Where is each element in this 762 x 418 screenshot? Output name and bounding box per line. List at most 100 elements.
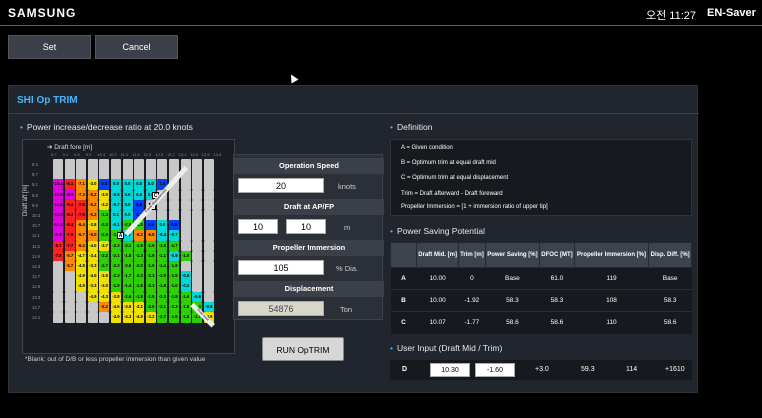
power-saving-table: Draft Mid. [m] Trim [m] Power Saving [%]… (390, 242, 692, 334)
grid-cell: -4.9 (76, 271, 87, 282)
grid-col-header: 10.3 (97, 152, 106, 157)
grid-cell (99, 312, 110, 323)
grid-cell: -1.9 (145, 250, 156, 262)
grid-cell: -3.4 (87, 250, 98, 262)
grid-cell (64, 301, 75, 313)
grid-row-header: 11.5 (32, 243, 40, 249)
table-cell: 10.00 (416, 289, 459, 312)
grid-cell (203, 271, 214, 282)
immersion-input[interactable]: 105 (238, 260, 324, 275)
grid-cell: -1.1 (157, 250, 168, 262)
grid-cell: -3.3 (87, 281, 98, 292)
grid-cell: -0.4 (157, 230, 168, 241)
grid-cell: -7.5 (76, 210, 87, 221)
grid-cell: -0.1 (111, 220, 121, 231)
grid-cell: -2.3 (157, 291, 168, 303)
grid-col-header: 12.3 (155, 152, 164, 157)
table-cell: -1.92 (458, 289, 486, 312)
grid-cell: -7.3 (76, 189, 87, 201)
grid-cell (192, 220, 203, 231)
grid-cell: -4.9 (76, 281, 87, 292)
grid-cell (157, 169, 168, 180)
draft-label: Draft at AP/FP (234, 199, 384, 215)
table-cell: 119 (574, 267, 649, 290)
grid-cell (192, 179, 203, 190)
grid-cell: -10.8 (53, 199, 63, 211)
grid-col-header: 11.9 (143, 152, 152, 157)
draft-fore-label-text: Draft fore [m] (54, 144, 93, 151)
grid-cell (180, 261, 191, 272)
grid-cell: -5.7 (64, 261, 75, 272)
grid-cell: -5.2 (87, 210, 98, 221)
power-section-title: • Power increase/decrease ratio at 20.0 k… (20, 122, 193, 132)
grid-cell: -3.0 (99, 281, 110, 292)
grid-cell: -3.8 (111, 291, 121, 303)
draft-ap-input[interactable]: 10 (238, 219, 278, 234)
grid-cell (134, 169, 145, 180)
clock: 오전 11:27 (646, 10, 697, 22)
table-cell: 58.3 (485, 289, 540, 312)
user-draft-mid-input[interactable]: 10.30 (430, 363, 470, 377)
grid-footnote: *Blank: out of D/B or less propeller imm… (25, 356, 206, 363)
user-power-saving: +3.0 (535, 366, 549, 373)
op-trim-panel: SHI Op TRIM • Power increase/decrease rat… (8, 85, 699, 393)
saving-title-text: Power Saving Potential (396, 226, 485, 236)
user-disp-diff: +1610 (665, 366, 685, 373)
grid-cell (192, 240, 203, 252)
grid-col-header: 9.1 (62, 152, 69, 157)
set-button[interactable]: Set (8, 35, 91, 59)
grid-cell (192, 169, 203, 180)
grid-cell: 0.0 (122, 189, 133, 201)
table-cell: 58.3 (539, 289, 575, 312)
grid-cell (203, 281, 214, 292)
grid-cell (111, 159, 121, 170)
displacement-value: 54876 (238, 301, 324, 316)
grid-cell: -2.3 (134, 271, 145, 282)
table-header-row: Draft Mid. [m] Trim [m] Power Saving [%]… (390, 242, 692, 268)
user-trim-input[interactable]: -1.60 (475, 363, 515, 377)
panel-title: SHI Op TRIM (17, 95, 78, 106)
table-row: A 10.00 0 Base 61.0 119 Base (390, 267, 692, 290)
grid-cell (192, 159, 203, 170)
grid-cell: -7.8 (53, 250, 63, 262)
grid-cell: -1.9 (111, 281, 121, 292)
grid-cell: -0.7 (111, 199, 121, 211)
grid-cell (203, 230, 214, 241)
cancel-button[interactable]: Cancel (95, 35, 178, 59)
grid-cell: -3.0 (87, 179, 98, 190)
grid-cell (169, 189, 179, 201)
grid-row-header: 9.5 (32, 192, 38, 198)
grid-cell: -3.7 (99, 240, 110, 252)
grid-cell: 0.1 (111, 210, 121, 221)
run-optrim-button[interactable]: RUN OpTRIM (262, 337, 344, 361)
grid-cell: -2.3 (111, 261, 121, 272)
grid-cell (87, 312, 98, 323)
grid-cell: 0.0 (122, 179, 133, 190)
grid-cell: -10.6 (53, 189, 63, 201)
speed-input[interactable]: 20 (238, 178, 324, 193)
grid-cell: -5.2 (87, 199, 98, 211)
grid-cell: -1.8 (134, 281, 145, 292)
draft-fp-input[interactable]: 10 (286, 219, 326, 234)
grid-cell: -2.6 (122, 261, 133, 272)
grid-cell: -4.3 (122, 312, 133, 323)
grid-col-header: 11.5 (132, 152, 140, 157)
grid-cell: -2.2 (99, 250, 110, 262)
table-header: Propeller Immersion [%] (573, 242, 650, 268)
grid-cell: -3.2 (134, 301, 145, 313)
table-header: DFOC [MT] (539, 242, 575, 268)
grid-cell: -2.0 (157, 271, 168, 282)
displacement-unit: Ton (340, 305, 353, 314)
grid-cell: -7.7 (64, 240, 75, 252)
grid-cell: -5.7 (64, 250, 75, 262)
grid-cell: -4.6 (111, 301, 121, 313)
grid-cell: -7.9 (64, 230, 75, 241)
grid-cell: -1.7 (122, 271, 133, 282)
grid-cell: -8.1 (64, 179, 75, 190)
grid-cell (180, 199, 191, 211)
grid-cell (64, 271, 75, 282)
grid-row-header: 11.1 (32, 233, 40, 239)
grid-cell (122, 159, 133, 170)
table-cell: Base (485, 267, 540, 290)
grid-cell: -2.3 (169, 301, 179, 313)
